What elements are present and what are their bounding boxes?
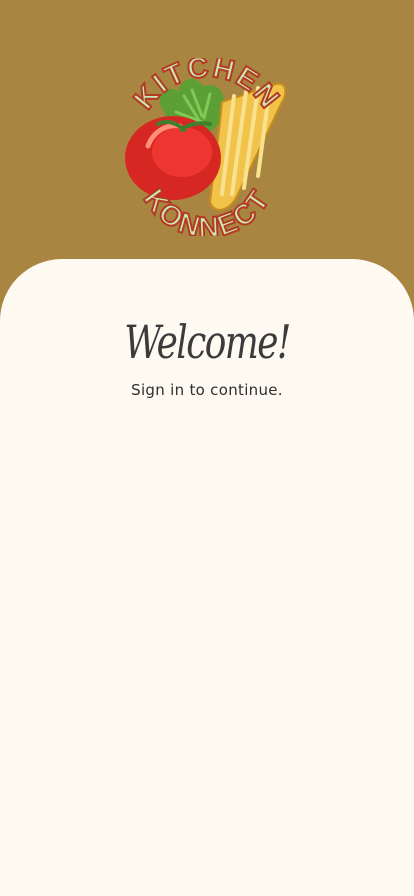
tomato-icon bbox=[125, 116, 221, 200]
kitchen-konnect-logo: KITCHEN KONNECT bbox=[118, 58, 296, 236]
logo-artwork: KITCHEN KONNECT bbox=[125, 58, 287, 236]
svg-text:KONNECT: KONNECT bbox=[137, 183, 277, 236]
welcome-title: Welcome! bbox=[124, 315, 291, 369]
header-banner: KITCHEN KONNECT bbox=[0, 0, 414, 300]
sign-in-sheet: Welcome! Sign in to continue. bbox=[0, 259, 414, 896]
logo-bottom-text: KONNECT bbox=[136, 182, 276, 236]
sign-in-subtitle: Sign in to continue. bbox=[131, 381, 283, 399]
